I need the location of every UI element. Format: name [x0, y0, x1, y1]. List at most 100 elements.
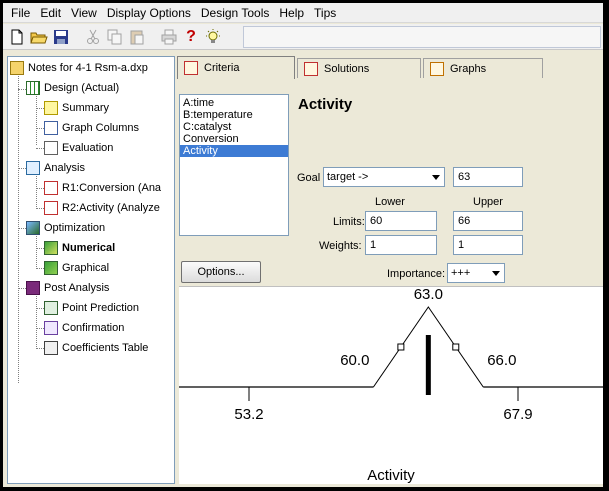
graphical-icon — [44, 261, 58, 275]
point-prediction-icon — [44, 301, 58, 315]
factor-list[interactable]: A:time B:temperature C:catalyst Conversi… — [179, 94, 289, 236]
ramp-upper-label: 66.0 — [487, 352, 516, 369]
options-button[interactable]: Options... — [181, 261, 261, 283]
ramp-lower-label: 60.0 — [340, 352, 369, 369]
ramp-lower-weight-handle — [397, 343, 405, 351]
toolbar: ? — [3, 24, 603, 50]
tips-bulb-icon[interactable] — [203, 27, 223, 47]
goal-select-value: target -> — [327, 171, 369, 183]
tree-r2-activity[interactable]: R2:Activity (Analyze — [44, 199, 160, 217]
solutions-icon — [304, 61, 318, 76]
tree-point-prediction-label: Point Prediction — [62, 302, 140, 314]
target-value-field[interactable]: 63 — [453, 167, 523, 187]
factor-item[interactable]: B:temperature — [180, 109, 288, 121]
tree-analysis[interactable]: Analysis — [26, 159, 85, 177]
tab-criteria[interactable]: Criteria — [177, 56, 295, 79]
summary-icon — [44, 101, 58, 115]
menu-file[interactable]: File — [7, 6, 34, 20]
tree-analysis-label: Analysis — [44, 162, 85, 174]
response-icon — [44, 201, 58, 215]
tree-design-label: Design (Actual) — [44, 82, 120, 94]
new-file-icon[interactable] — [7, 27, 27, 47]
lower-weight-field[interactable]: 1 — [365, 235, 437, 255]
optimization-icon — [26, 221, 40, 235]
tree-confirmation-label: Confirmation — [62, 322, 125, 334]
menu-edit[interactable]: Edit — [36, 6, 65, 20]
importance-select[interactable]: +++ — [447, 263, 505, 283]
ramp-axis-title: Activity — [367, 467, 415, 484]
tree-root-notes[interactable]: Notes for 4-1 Rsm-a.dxp — [10, 59, 148, 77]
chevron-down-icon — [492, 271, 500, 276]
print-icon[interactable] — [159, 27, 179, 47]
factor-item[interactable]: C:catalyst — [180, 121, 288, 133]
importance-select-value: +++ — [451, 267, 471, 279]
tree-confirmation[interactable]: Confirmation — [44, 319, 124, 337]
tree-graphical[interactable]: Graphical — [44, 259, 109, 277]
criteria-title: Activity — [298, 96, 353, 113]
goal-select[interactable]: target -> — [323, 167, 445, 187]
tree-numerical[interactable]: Numerical — [44, 239, 115, 257]
graphs-icon — [430, 61, 444, 76]
tree-root-label: Notes for 4-1 Rsm-a.dxp — [28, 62, 148, 74]
ramp-upper-weight-handle — [452, 343, 460, 351]
tab-solutions-label: Solutions — [324, 62, 370, 75]
app-window: File Edit View Display Options Design To… — [3, 3, 603, 487]
tab-solutions[interactable]: Solutions — [297, 58, 421, 78]
tree-graph-columns-label: Graph Columns — [62, 122, 140, 134]
save-icon[interactable] — [51, 27, 71, 47]
help-icon[interactable]: ? — [181, 27, 201, 47]
factor-item-selected[interactable]: Activity — [180, 145, 288, 157]
cut-icon[interactable] — [83, 27, 103, 47]
menu-design-tools[interactable]: Design Tools — [197, 6, 273, 20]
tree-summary[interactable]: Summary — [44, 99, 109, 117]
tree-graph-columns[interactable]: Graph Columns — [44, 119, 139, 137]
tree-evaluation[interactable]: Evaluation — [44, 139, 113, 157]
tree-optimization[interactable]: Optimization — [26, 219, 105, 237]
menu-help[interactable]: Help — [275, 6, 308, 20]
ramp-target-label: 63.0 — [414, 287, 443, 303]
importance-label: Importance: — [387, 268, 446, 280]
factor-item[interactable]: A:time — [180, 97, 288, 109]
design-grid-icon — [26, 81, 40, 95]
factor-item[interactable]: Conversion — [180, 133, 288, 145]
tree-coefficients-table[interactable]: Coefficients Table — [44, 339, 148, 357]
tab-strip: Criteria Solutions Graphs — [177, 56, 603, 79]
chevron-down-icon — [432, 175, 440, 180]
upper-limit-field[interactable]: 66 — [453, 211, 523, 231]
tree-graphical-label: Graphical — [62, 262, 110, 274]
menu-bar: File Edit View Display Options Design To… — [3, 3, 603, 23]
tree-evaluation-label: Evaluation — [62, 142, 114, 154]
paste-icon[interactable] — [127, 27, 147, 47]
tree-optimization-label: Optimization — [44, 222, 106, 234]
tree-design[interactable]: Design (Actual) — [26, 79, 119, 97]
upper-weight-field[interactable]: 1 — [453, 235, 523, 255]
coefficients-table-icon — [44, 341, 58, 355]
menu-tips[interactable]: Tips — [310, 6, 340, 20]
desirability-ramp: 63.0 60.0 66.0 53.2 67.9 Activity — [179, 286, 603, 484]
open-folder-icon[interactable] — [29, 27, 49, 47]
tree-point-prediction[interactable]: Point Prediction — [44, 299, 139, 317]
weights-label: Weights: — [319, 240, 362, 252]
analysis-icon — [26, 161, 40, 175]
lower-header: Lower — [375, 196, 405, 208]
toolbar-empty-area — [243, 26, 601, 48]
tree-r1-conversion[interactable]: R1:Conversion (Ana — [44, 179, 161, 197]
limits-label: Limits: — [333, 216, 365, 228]
ramp-min-label: 53.2 — [234, 406, 263, 423]
tree-summary-label: Summary — [62, 102, 110, 114]
menu-display-options[interactable]: Display Options — [103, 6, 195, 20]
menu-view[interactable]: View — [67, 6, 101, 20]
response-icon — [44, 181, 58, 195]
criteria-icon — [184, 61, 198, 75]
tab-graphs-label: Graphs — [450, 62, 487, 75]
copy-icon[interactable] — [105, 27, 125, 47]
tab-graphs[interactable]: Graphs — [423, 58, 543, 78]
help-glyph: ? — [186, 27, 196, 45]
tab-criteria-label: Criteria — [204, 62, 240, 74]
lower-limit-field[interactable]: 60 — [365, 211, 437, 231]
evaluation-icon — [44, 141, 58, 155]
navigation-tree: Notes for 4-1 Rsm-a.dxp Design (Actual) … — [7, 56, 175, 484]
tree-post-analysis[interactable]: Post Analysis — [26, 279, 109, 297]
tree-post-analysis-label: Post Analysis — [44, 282, 110, 294]
numerical-icon — [44, 241, 58, 255]
